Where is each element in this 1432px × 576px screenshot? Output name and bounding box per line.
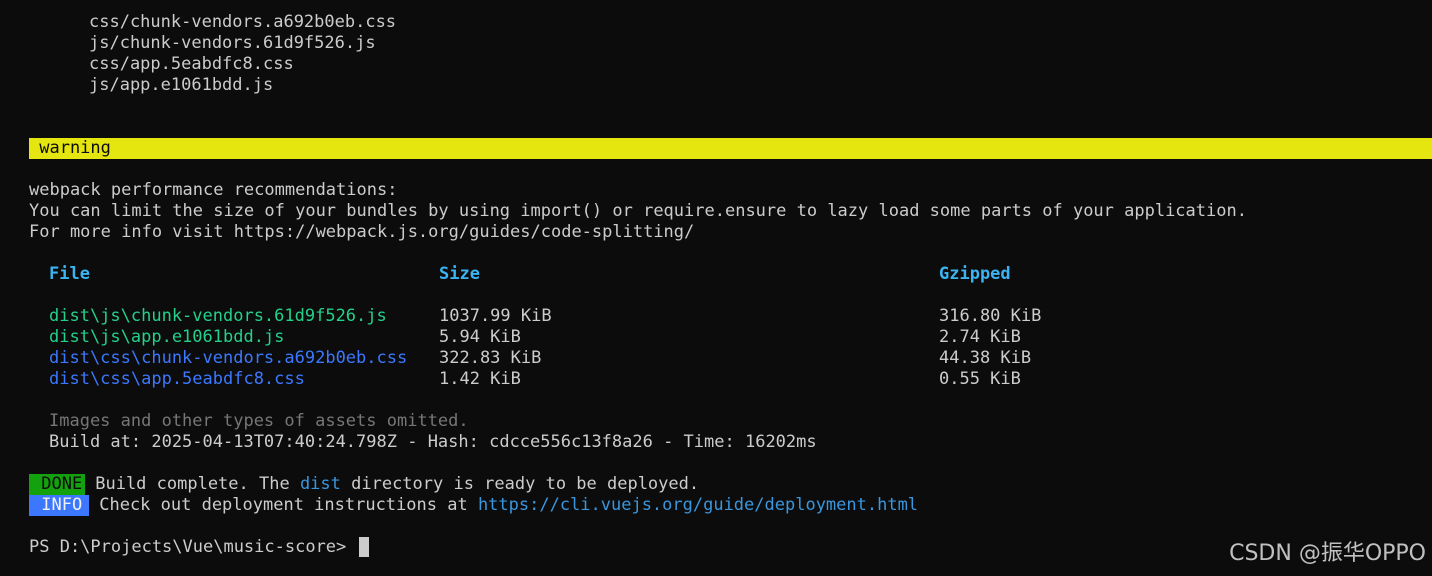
row-size: 5.94 KiB — [439, 327, 521, 347]
info-badge: INFO — [29, 495, 93, 516]
row-gzipped: 0.55 KiB — [939, 369, 1021, 389]
omitted-note: Images and other types of assets omitted… — [49, 411, 469, 431]
row-gzipped: 2.74 KiB — [939, 327, 1021, 347]
row-gzipped: 44.38 KiB — [939, 348, 1032, 368]
row-size: 322.83 KiB — [439, 348, 542, 368]
row-file: dist\js\app.e1061bdd.js — [49, 327, 285, 347]
watermark: CSDN @振华OPPO — [1229, 541, 1426, 566]
header-file: File — [49, 264, 90, 284]
table-row: dist\css\app.5eabdfc8.css 1.42 KiB 0.55 … — [0, 369, 1432, 390]
row-file: dist\css\app.5eabdfc8.css — [49, 369, 305, 389]
row-file: dist\css\chunk-vendors.a692b0eb.css — [49, 348, 408, 368]
build-info: Build at: 2025-04-13T07:40:24.798Z - Has… — [49, 432, 817, 452]
row-size: 1037.99 KiB — [439, 306, 552, 326]
asset-line: js/chunk-vendors.61d9f526.js — [89, 33, 376, 53]
dist-dir-label: dist — [299, 474, 341, 494]
done-text-before: Build complete. The — [85, 474, 300, 494]
recommendations-line: You can limit the size of your bundles b… — [29, 201, 1247, 221]
header-gzipped: Gzipped — [939, 264, 1011, 284]
info-text: Check out deployment instructions at — [89, 495, 478, 515]
header-size: Size — [439, 264, 480, 284]
row-size: 1.42 KiB — [439, 369, 521, 389]
done-badge: DONE — [29, 474, 93, 495]
done-line: DONE Build complete. The dist directory … — [29, 474, 699, 495]
info-line: INFO Check out deployment instructions a… — [29, 495, 918, 516]
table-row: dist\js\chunk-vendors.61d9f526.js 1037.9… — [0, 306, 1432, 327]
command-prompt[interactable]: PS D:\Projects\Vue\music-score> — [29, 537, 369, 558]
deployment-link[interactable]: https://cli.vuejs.org/guide/deployment.h… — [478, 495, 918, 515]
table-row: dist\css\chunk-vendors.a692b0eb.css 322.… — [0, 348, 1432, 369]
recommendations-title: webpack performance recommendations: — [29, 180, 398, 200]
recommendations-line: For more info visit https://webpack.js.o… — [29, 222, 695, 242]
prompt-path: PS D:\Projects\Vue\music-score> — [29, 537, 357, 557]
asset-line: js/app.e1061bdd.js — [89, 75, 274, 95]
done-text-after: directory is ready to be deployed. — [340, 474, 700, 494]
row-file: dist\js\chunk-vendors.61d9f526.js — [49, 306, 387, 326]
row-gzipped: 316.80 KiB — [939, 306, 1042, 326]
warning-banner: warning — [29, 138, 1432, 159]
text-cursor — [358, 537, 369, 557]
asset-line: css/chunk-vendors.a692b0eb.css — [89, 12, 397, 32]
table-row: dist\js\app.e1061bdd.js 5.94 KiB 2.74 Ki… — [0, 327, 1432, 348]
terminal-window[interactable]: css/chunk-vendors.a692b0eb.css js/chunk-… — [0, 0, 1432, 576]
table-header: File Size Gzipped — [0, 264, 1432, 285]
asset-line: css/app.5eabdfc8.css — [89, 54, 294, 74]
